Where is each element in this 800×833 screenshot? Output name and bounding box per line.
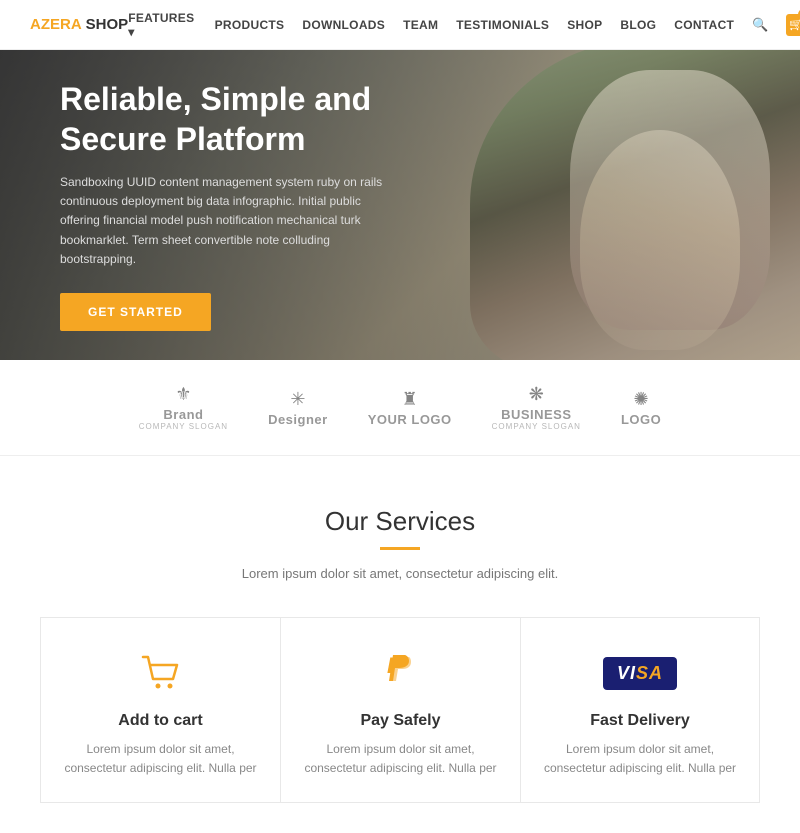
brand-name-5: LOGO <box>621 412 661 427</box>
service-name-delivery: Fast Delivery <box>541 712 739 730</box>
brand-icon-1: ⚜ <box>175 384 191 405</box>
cart-service-icon <box>61 648 260 698</box>
hero-section: Reliable, Simple and Secure Platform San… <box>0 50 800 360</box>
nav-contact[interactable]: CONTACT <box>674 18 734 32</box>
nav-features[interactable]: FEATURES ▾ <box>128 11 196 39</box>
brand-shop: SHOP <box>86 16 129 33</box>
hero-description: Sandboxing UUID content management syste… <box>60 173 400 269</box>
search-icon[interactable]: 🔍 <box>752 17 768 33</box>
service-name-cart: Add to cart <box>61 712 260 730</box>
brand-icon-2: ✳ <box>290 389 305 410</box>
brand-name-1: Brand <box>163 407 203 422</box>
services-title: Our Services <box>40 506 760 537</box>
site-logo[interactable]: AZERA SHOP <box>30 16 128 33</box>
svg-text:P: P <box>387 653 402 678</box>
service-card-pay: P Pay Safely Lorem ipsum dolor sit amet,… <box>280 617 520 803</box>
nav-blog[interactable]: BLOG <box>620 18 656 32</box>
service-desc-pay: Lorem ipsum dolor sit amet, consectetur … <box>301 740 500 778</box>
hero-title: Reliable, Simple and Secure Platform <box>60 79 460 159</box>
hero-cta-button[interactable]: GET STARTED <box>60 293 211 331</box>
service-card-cart: Add to cart Lorem ipsum dolor sit amet, … <box>40 617 280 803</box>
brand-icon-4: ❋ <box>529 384 544 405</box>
nav-team[interactable]: TEAM <box>403 18 438 32</box>
service-desc-cart: Lorem ipsum dolor sit amet, consectetur … <box>61 740 260 778</box>
brand-logo-brand[interactable]: ⚜ Brand company slogan <box>139 384 228 431</box>
brand-name-4: BUSINESS <box>501 407 571 422</box>
navbar: AZERA SHOP FEATURES ▾ PRODUCTS DOWNLOADS… <box>0 0 800 50</box>
nav-links: FEATURES ▾ PRODUCTS DOWNLOADS TEAM TESTI… <box>128 11 800 39</box>
nav-shop[interactable]: SHOP <box>567 18 602 32</box>
nav-testimonials[interactable]: TESTIMONIALS <box>456 18 549 32</box>
brand-sub-4: Company Slogan <box>492 422 581 431</box>
brand-logo-logo[interactable]: ✺ LOGO <box>621 389 661 427</box>
services-section: Our Services Lorem ipsum dolor sit amet,… <box>0 456 800 833</box>
service-card-delivery: VISA Fast Delivery Lorem ipsum dolor sit… <box>520 617 760 803</box>
brand-logo-designer[interactable]: ✳ Designer <box>268 389 328 427</box>
brand-logo-business[interactable]: ❋ BUSINESS Company Slogan <box>492 384 581 431</box>
brand-icon-3: ♜ <box>402 389 418 410</box>
visa-badge: VISA <box>603 657 677 690</box>
nav-downloads[interactable]: DOWNLOADS <box>302 18 385 32</box>
hero-content: Reliable, Simple and Secure Platform San… <box>0 79 460 331</box>
service-name-pay: Pay Safely <box>301 712 500 730</box>
services-cards: Add to cart Lorem ipsum dolor sit amet, … <box>40 617 760 803</box>
brand-sub-1: company slogan <box>139 422 228 431</box>
paypal-service-icon: P <box>301 648 500 698</box>
brand-name-3: YOUR LOGO <box>368 412 452 427</box>
services-title-underline <box>380 547 420 550</box>
brand-logo-yourlogo[interactable]: ♜ YOUR LOGO <box>368 389 452 427</box>
brand-name-2: Designer <box>268 412 328 427</box>
cart-icon[interactable]: 0 <box>786 14 800 36</box>
brands-bar: ⚜ Brand company slogan ✳ Designer ♜ YOUR… <box>0 360 800 456</box>
services-subtitle: Lorem ipsum dolor sit amet, consectetur … <box>40 566 760 581</box>
visa-service-icon: VISA <box>541 648 739 698</box>
nav-products[interactable]: PRODUCTS <box>215 18 285 32</box>
brand-azera: AZERA <box>30 16 82 33</box>
service-desc-delivery: Lorem ipsum dolor sit amet, consectetur … <box>541 740 739 778</box>
brand-icon-5: ✺ <box>634 389 649 410</box>
